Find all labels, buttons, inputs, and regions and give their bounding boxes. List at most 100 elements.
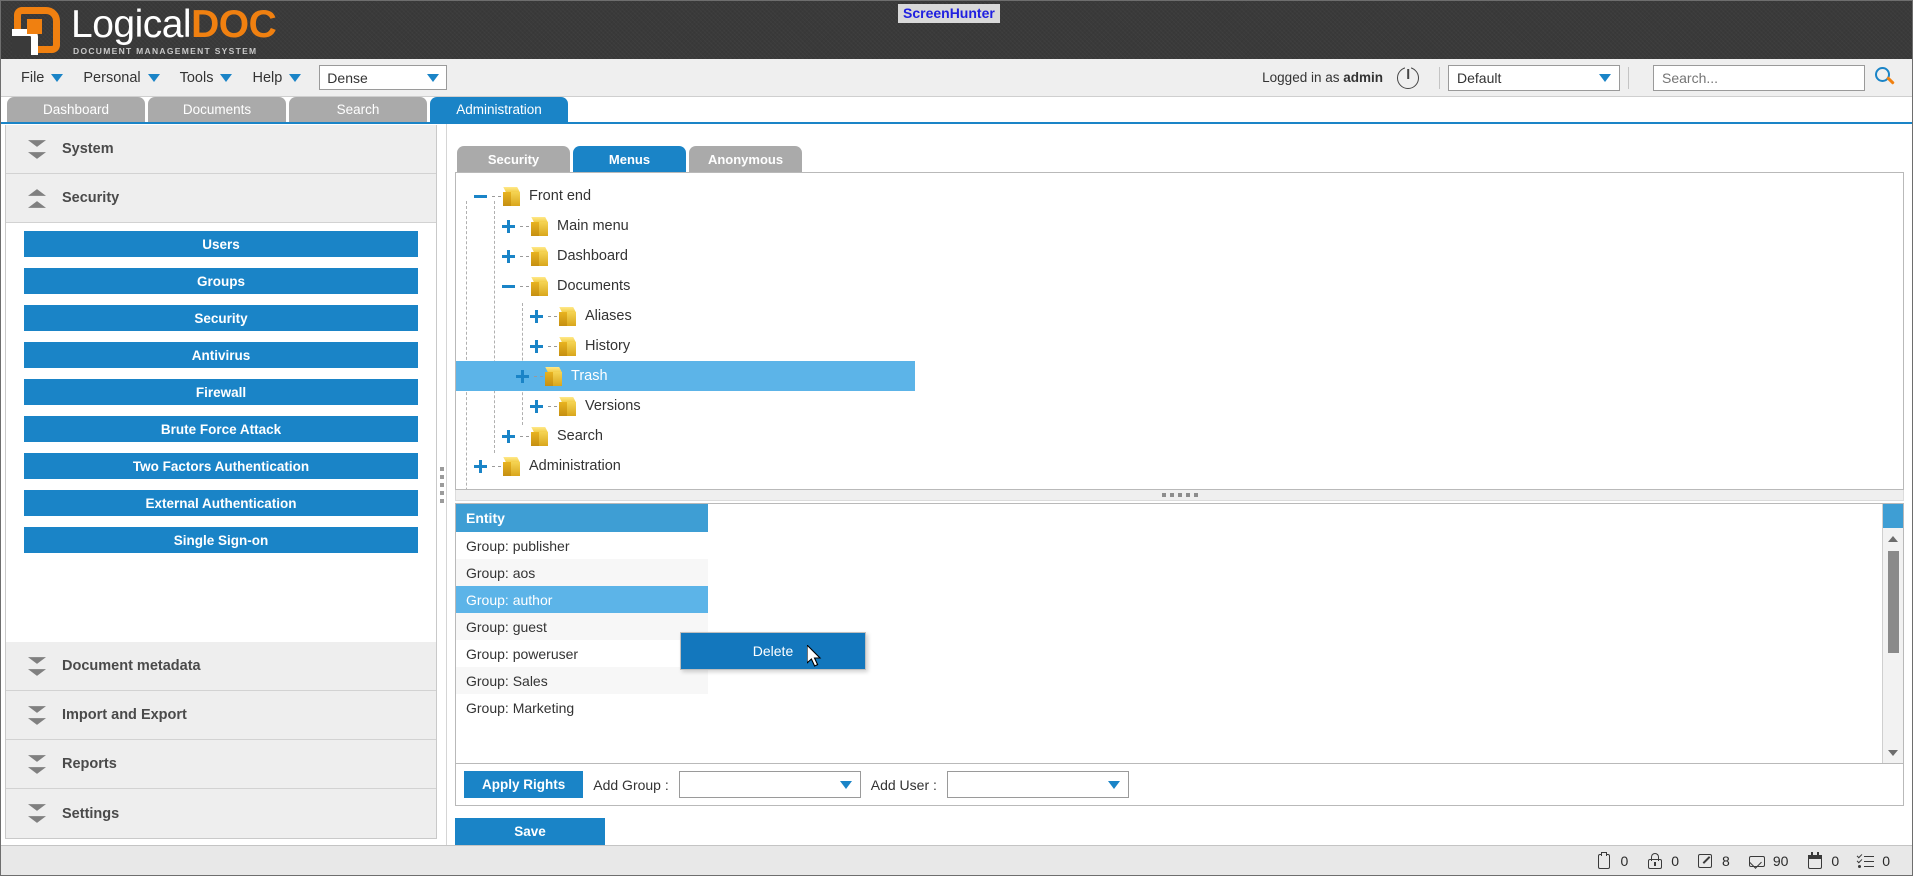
plus-icon[interactable] [528,308,545,325]
add-user-select[interactable] [946,771,1129,798]
folder-cube-icon [543,366,564,386]
tab-search[interactable]: Search [289,97,427,122]
clipboard-count: 0 [1620,852,1629,869]
sidebar-section-security-label: Security [62,190,120,206]
save-button[interactable]: Save [455,818,605,845]
sidebar-section-security[interactable]: Security [6,174,436,223]
menu-tree: Front end Main menu Dashboard Documents … [456,173,1903,489]
tree-node-front-end[interactable]: Front end [470,181,1903,211]
sidebar-filler [6,578,436,642]
sidebar-splitter[interactable] [437,124,447,845]
subtab-security[interactable]: Security [457,146,570,172]
plus-icon[interactable] [500,248,517,265]
sidebar-section-system[interactable]: System [6,125,436,174]
sidebar-section-settings[interactable]: Settings [6,789,436,838]
minus-icon[interactable] [472,188,489,205]
sidebar-button-brute-force-attack[interactable]: Brute Force Attack [24,416,418,442]
tree-node-trash[interactable]: Trash [456,361,915,391]
mouse-cursor [807,645,822,667]
logo: LogicalDOC DOCUMENT MANAGEMENT SYSTEM [12,2,277,56]
table-row[interactable]: Group: author [456,586,708,613]
context-menu-delete-item[interactable]: Delete [753,643,793,659]
menu-personal[interactable]: Personal [73,66,169,90]
tree-node-dashboard[interactable]: Dashboard [470,241,1903,271]
sidebar-button-users-label: Users [202,236,240,252]
menu-help[interactable]: Help [242,66,311,90]
sidebar-button-groups[interactable]: Groups [24,268,418,294]
status-checkout[interactable]: 8 [1697,852,1730,870]
table-row[interactable]: Group: Marketing [456,694,708,721]
context-menu[interactable]: Delete [680,632,866,670]
sidebar-section-document-metadata[interactable]: Document metadata [6,642,436,691]
density-select[interactable]: Dense [319,65,448,90]
status-clipboard[interactable]: 0 [1595,851,1629,870]
table-row[interactable]: Group: Sales [456,667,708,694]
folder-cube-icon [529,426,550,446]
entity-grid: Entity Group: publisher Group: aos Group… [456,504,1882,763]
tab-dashboard-label: Dashboard [42,102,110,117]
divider [1439,66,1440,89]
search-icon[interactable] [1875,67,1896,88]
sidebar-button-users[interactable]: Users [24,231,418,257]
sidebar-button-firewall[interactable]: Firewall [24,379,418,405]
profile-select[interactable]: Default [1448,64,1620,91]
table-row[interactable]: Group: guest [456,613,708,640]
tree-node-administration[interactable]: Administration [470,451,1903,481]
scroll-up-icon[interactable] [1883,528,1903,549]
table-row[interactable]: Group: aos [456,559,708,586]
minus-icon[interactable] [500,278,517,295]
logo-text-primary: Logical [71,2,192,46]
sidebar-section-reports-label: Reports [62,756,117,772]
tab-administration[interactable]: Administration [430,97,568,122]
sidebar-section-system-label: System [62,141,114,157]
tree-node-aliases[interactable]: Aliases [470,301,1903,331]
apply-rights-button[interactable]: Apply Rights [464,771,584,798]
tab-dashboard[interactable]: Dashboard [7,97,145,122]
status-tasks[interactable]: 0 [1856,852,1890,870]
search-input[interactable] [1662,69,1856,86]
logged-in-prefix: Logged in as [1262,70,1344,85]
tab-documents[interactable]: Documents [148,97,286,122]
sidebar-button-brute-force-attack-label: Brute Force Attack [160,421,282,437]
sidebar-section-reports[interactable]: Reports [6,740,436,789]
plus-icon[interactable] [528,338,545,355]
tree-node-documents[interactable]: Documents [470,271,1903,301]
status-locks[interactable]: 0 [1646,852,1679,870]
sidebar-button-two-factors-authentication[interactable]: Two Factors Authentication [24,453,418,479]
plus-icon[interactable] [528,398,545,415]
subtab-anonymous[interactable]: Anonymous [689,146,802,172]
sidebar-section-import-and-export[interactable]: Import and Export [6,691,436,740]
status-bar: 0 0 8 90 0 0 [1,845,1912,875]
tree-node-search[interactable]: Search [470,421,1903,451]
sidebar-button-security[interactable]: Security [24,305,418,331]
plus-icon[interactable] [472,458,489,475]
logged-in-status: Logged in as admin [1262,70,1383,85]
table-row[interactable]: Group: poweruser [456,640,708,667]
scrollbar-thumb[interactable] [1887,551,1899,653]
plus-icon[interactable] [500,428,517,445]
table-row[interactable]: Group: publisher [456,532,708,559]
tree-node-history[interactable]: History [470,331,1903,361]
scrollbar-track[interactable] [1883,549,1903,742]
plus-icon[interactable] [514,368,531,385]
folder-cube-icon [557,396,578,416]
logout-power-icon[interactable] [1397,66,1419,89]
tree-node-versions[interactable]: Versions [470,391,1903,421]
menu-file[interactable]: File [11,66,73,90]
subtab-menus[interactable]: Menus [573,146,686,172]
entity-column-header[interactable]: Entity [456,504,708,532]
sidebar-button-external-authentication[interactable]: External Authentication [24,490,418,516]
plus-icon[interactable] [500,218,517,235]
scroll-down-icon[interactable] [1883,742,1903,763]
menu-tools[interactable]: Tools [170,66,243,90]
sidebar-button-antivirus[interactable]: Antivirus [24,342,418,368]
entity-grid-scrollbar[interactable] [1882,504,1903,763]
sidebar-button-single-sign-on[interactable]: Single Sign-on [24,527,418,553]
status-calendar[interactable]: 0 [1806,851,1839,870]
chevron-down-icon [51,73,64,82]
search-box[interactable] [1653,64,1865,91]
add-group-select[interactable] [678,771,861,798]
panel-splitter[interactable] [455,490,1904,501]
tree-node-main-menu[interactable]: Main menu [470,211,1903,241]
status-messages[interactable]: 90 [1748,852,1788,870]
